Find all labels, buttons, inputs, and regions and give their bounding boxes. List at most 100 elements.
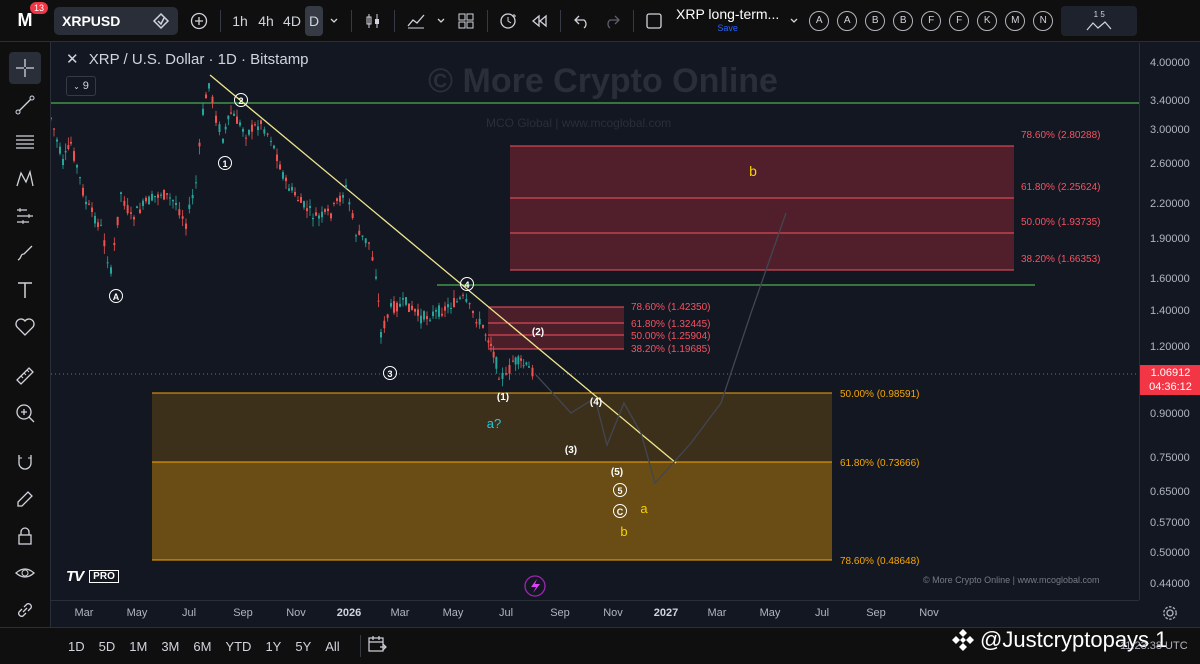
undo-icon[interactable] [567, 6, 597, 36]
replay-icon[interactable] [524, 6, 554, 36]
layouts-grid-icon[interactable] [451, 6, 481, 36]
quick-button-m[interactable]: M [1005, 10, 1026, 31]
candle-body [154, 195, 156, 197]
gear-icon[interactable] [1139, 600, 1200, 626]
trend-line-icon[interactable] [9, 89, 41, 121]
candle-body [358, 230, 361, 235]
range-1y[interactable]: 1Y [265, 639, 281, 654]
link-icon[interactable] [9, 594, 41, 626]
pattern-icon[interactable] [9, 163, 41, 195]
compare-icon[interactable] [152, 12, 170, 30]
text-tool-icon[interactable] [9, 274, 41, 306]
app-logo-button[interactable]: M 13 [8, 1, 48, 36]
candle-body [297, 200, 299, 202]
symbol-search-button[interactable]: XRPUSD [54, 6, 178, 35]
add-symbol-icon[interactable] [184, 6, 214, 36]
price-tick: 1.40000 [1150, 305, 1190, 317]
time-tick: Nov [919, 607, 939, 619]
chevron-down-icon[interactable] [431, 6, 451, 36]
quick-button-b2[interactable]: B [893, 10, 914, 31]
fib-upper-label-786: 78.60% (2.80288) [1021, 130, 1101, 141]
candle-body [472, 310, 474, 314]
eye-icon[interactable] [9, 557, 41, 589]
time-axis[interactable]: Mar May Jul Sep Nov 2026 Mar May Jul Sep… [51, 600, 1139, 627]
candle-body [327, 208, 329, 212]
candle-body [222, 138, 224, 143]
candle-body [321, 211, 323, 218]
lock-icon[interactable] [9, 520, 41, 552]
range-ytd[interactable]: YTD [225, 639, 251, 654]
timeframe-1h[interactable]: 1h [227, 6, 253, 36]
range-6m[interactable]: 6M [193, 639, 211, 654]
chevron-down-icon[interactable] [783, 6, 805, 36]
chart-legend[interactable]: ✕ XRP / U.S. Dollar · 1D · Bitstamp [66, 50, 309, 68]
quick-button-a2[interactable]: A [837, 10, 858, 31]
timeframe-4d[interactable]: 4D [279, 6, 305, 36]
range-5y[interactable]: 5Y [295, 639, 311, 654]
forecast-icon[interactable] [9, 200, 41, 232]
range-1m[interactable]: 1M [129, 639, 147, 654]
candle-body [468, 303, 471, 305]
candles-icon[interactable] [358, 6, 388, 36]
range-5d[interactable]: 5D [99, 639, 116, 654]
price-tick: 0.90000 [1150, 408, 1190, 420]
layout-checkbox-icon[interactable] [640, 6, 668, 36]
candle-body [288, 188, 290, 191]
fib-lower-label-618: 61.80% (0.73666) [840, 458, 920, 469]
ruler-icon[interactable] [9, 360, 41, 392]
range-1d[interactable]: 1D [68, 639, 85, 654]
quick-button-b1[interactable]: B [865, 10, 886, 31]
divider [487, 9, 488, 32]
quick-button-a1[interactable]: A [809, 10, 830, 31]
fib-upper-label-50: 50.00% (1.93735) [1021, 217, 1101, 228]
clock-utc[interactable]: 11:23:38 UTC [1120, 640, 1188, 652]
candle-body [230, 112, 232, 114]
wave-label-p3: (3) [565, 445, 577, 456]
price-tick: 2.60000 [1150, 158, 1190, 170]
range-all[interactable]: All [325, 639, 339, 654]
price-axis[interactable]: 4.00000 3.40000 3.00000 2.60000 2.20000 … [1139, 43, 1200, 600]
candle-body [303, 201, 305, 208]
layout-title-button[interactable]: XRP long-term... Save [676, 7, 779, 35]
range-3m[interactable]: 3M [161, 639, 179, 654]
close-icon[interactable]: ✕ [66, 51, 79, 68]
brush-icon[interactable] [9, 237, 41, 269]
lock-pen-icon[interactable] [9, 483, 41, 515]
quick-button-f2[interactable]: F [949, 10, 970, 31]
candle-body [82, 187, 84, 196]
candle-body [276, 154, 278, 162]
redo-icon[interactable] [597, 6, 627, 36]
quick-button-n[interactable]: N [1033, 10, 1054, 31]
crosshair-icon[interactable] [9, 52, 41, 84]
fib-mid-label-382: 38.20% (1.19685) [631, 344, 711, 355]
candle-body [181, 216, 184, 219]
timeframe-4h[interactable]: 4h [253, 6, 279, 36]
magnet-icon[interactable] [9, 446, 41, 478]
fib-retracement-icon[interactable] [9, 126, 41, 158]
quick-button-k[interactable]: K [977, 10, 998, 31]
divider [394, 9, 395, 32]
timeframe-d[interactable]: D [305, 5, 323, 36]
wave-counter-button[interactable]: 1 5 [1061, 5, 1138, 36]
wave-label-b-upper: b [749, 163, 757, 179]
indicator-count-toggle[interactable]: ⌄ 9 [66, 76, 96, 96]
candle-body [215, 115, 217, 123]
candle-body [435, 309, 437, 312]
candle-body [130, 212, 132, 214]
candle-body [426, 316, 428, 320]
indicators-icon[interactable] [401, 6, 431, 36]
zoom-in-icon[interactable] [9, 397, 41, 429]
fib-mid-label-618: 61.80% (1.32445) [631, 319, 711, 330]
candle-body [233, 113, 235, 116]
time-tick: Mar [74, 607, 94, 619]
date-range-icon[interactable] [367, 635, 387, 658]
heart-icon[interactable] [9, 311, 41, 343]
chevron-down-icon[interactable] [323, 6, 345, 36]
quick-button-f1[interactable]: F [921, 10, 942, 31]
chart-pane[interactable]: A 2 1 3 4 (1) (2) (3) (4) (5) 5 C a? b a… [51, 43, 1139, 600]
candle-body [139, 209, 141, 213]
wave-label-a-question: a? [487, 416, 501, 431]
indicator-count: 9 [82, 80, 89, 92]
alert-clock-icon[interactable] [494, 6, 524, 36]
candle-body [279, 164, 281, 170]
